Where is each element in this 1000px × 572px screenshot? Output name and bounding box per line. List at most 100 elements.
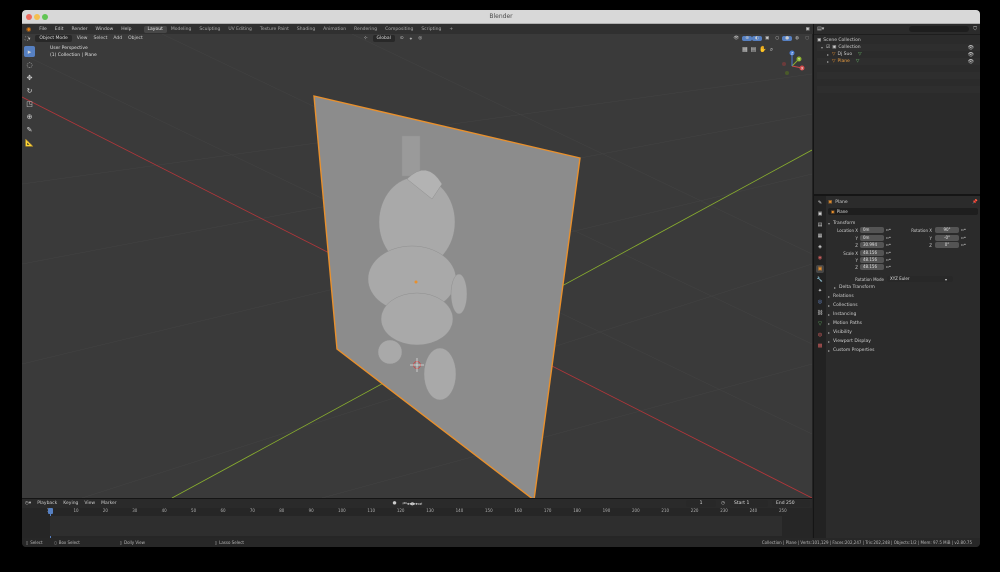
workspace-tab-layout[interactable]: Layout: [143, 25, 167, 33]
menu-window[interactable]: Window: [92, 27, 118, 32]
move-tool-icon[interactable]: ✥: [24, 72, 35, 83]
data-tab-icon[interactable]: ▽: [816, 320, 824, 328]
eye-icon[interactable]: 👁: [968, 45, 974, 51]
filter-icon[interactable]: ⛉: [973, 26, 977, 32]
output-tab-icon[interactable]: ▤: [816, 221, 824, 229]
perspective-toggle-icon[interactable]: ▤: [751, 46, 757, 54]
lock-icon[interactable]: ▫•: [886, 264, 891, 269]
editor-type-icon[interactable]: ⛶▾: [22, 36, 33, 42]
workspace-tab-sculpting[interactable]: Sculpting: [195, 26, 224, 33]
scale-z-field[interactable]: 48.156: [860, 264, 884, 270]
location-z-field[interactable]: 30.994: [860, 242, 884, 248]
preview-range-icon[interactable]: ◷: [718, 501, 728, 506]
workspace-tab-modeling[interactable]: Modeling: [167, 26, 195, 33]
rotation-z-field[interactable]: 0°: [935, 242, 959, 248]
lock-icon[interactable]: ▫•: [886, 257, 891, 262]
expand-icon[interactable]: ▸: [827, 59, 829, 64]
lock-icon[interactable]: ▫•: [961, 242, 966, 247]
pivot-icon[interactable]: ⊙: [397, 36, 407, 41]
expand-icon[interactable]: ▾: [821, 45, 823, 50]
render-tab-icon[interactable]: ▣: [816, 210, 824, 218]
workspace-tab-rendering[interactable]: Rendering: [350, 26, 381, 33]
menu-view[interactable]: View: [74, 36, 91, 41]
start-frame-field[interactable]: Start 1: [730, 500, 768, 507]
location-x-field[interactable]: 0m: [860, 227, 884, 233]
workspace-tab-scripting[interactable]: Scripting: [417, 26, 445, 33]
gizmo-toggle-icon[interactable]: ⊕: [742, 36, 753, 41]
select-tool-icon[interactable]: ▸: [24, 46, 35, 57]
overlays-icon[interactable]: ◐: [752, 36, 762, 41]
checkbox-icon[interactable]: ☑: [826, 45, 830, 50]
motion-paths-section[interactable]: ▸ Motion Paths: [828, 319, 978, 328]
texture-tab-icon[interactable]: ▩: [816, 342, 824, 350]
scale-x-field[interactable]: 48.156: [860, 250, 884, 256]
3d-viewport[interactable]: X Y Z ⛶▾ Object Mode View Select Add Obj…: [22, 34, 812, 498]
lock-icon[interactable]: ▫•: [886, 235, 891, 240]
outliner-search-input[interactable]: [909, 26, 970, 32]
transform-tool-icon[interactable]: ⊕: [24, 111, 35, 122]
eye-icon[interactable]: 👁: [968, 59, 974, 65]
timeline-ruler[interactable]: 1102030405060708090100110120130140150160…: [22, 508, 812, 538]
menu-timeline-view[interactable]: View: [81, 501, 98, 506]
blender-logo-icon[interactable]: ◉: [22, 26, 35, 33]
viewport-display-section[interactable]: ▸ Viewport Display: [828, 337, 978, 346]
navigation-gizmo[interactable]: X Y Z: [782, 50, 805, 76]
measure-tool-icon[interactable]: 📐: [24, 137, 35, 148]
menu-playback[interactable]: Playback: [34, 501, 60, 506]
outliner-editor-icon[interactable]: ▤▾: [817, 26, 824, 32]
playback-controls[interactable]: ⏮◂◀▶▸⏭: [400, 501, 426, 507]
visibility-section[interactable]: ▸ Visibility: [828, 328, 978, 337]
record-icon[interactable]: ●: [390, 501, 400, 506]
rotation-x-field[interactable]: 90°: [935, 227, 959, 233]
view-layer-tab-icon[interactable]: ▦: [816, 232, 824, 240]
menu-render[interactable]: Render: [68, 27, 92, 32]
rotate-tool-icon[interactable]: ↻: [24, 85, 35, 96]
workspace-tab-uv-editing[interactable]: UV Editing: [224, 26, 255, 33]
instancing-section[interactable]: ▸ Instancing: [828, 310, 978, 319]
transform-section-header[interactable]: ▾ Transform: [828, 219, 978, 227]
scene-tab-icon[interactable]: ◈: [816, 243, 824, 251]
constraints-tab-icon[interactable]: ⛓: [816, 309, 824, 317]
menu-marker[interactable]: Marker: [98, 501, 120, 506]
lock-icon[interactable]: ▫•: [886, 242, 891, 247]
workspace-tab-texture-paint[interactable]: Texture Paint: [256, 26, 293, 33]
object-tab-icon[interactable]: ▣: [816, 265, 824, 273]
menu-file[interactable]: File: [35, 27, 51, 32]
location-y-field[interactable]: 0m: [860, 235, 884, 241]
menu-select[interactable]: Select: [90, 36, 110, 41]
world-tab-icon[interactable]: ◉: [816, 254, 824, 262]
cursor-tool-icon[interactable]: ◌: [24, 59, 35, 70]
end-frame-field[interactable]: End 250: [772, 500, 810, 507]
workspace-tab-compositing[interactable]: Compositing: [381, 26, 417, 33]
outliner-scene-collection[interactable]: ▣ Scene Collection: [817, 37, 980, 44]
transform-orientation-selector[interactable]: Global: [372, 35, 395, 42]
tool-tab-icon[interactable]: ✎: [816, 199, 824, 207]
menu-help[interactable]: Help: [117, 27, 135, 32]
zoom-icon[interactable]: ⌕: [770, 46, 773, 54]
wireframe-shading-icon[interactable]: ○: [772, 36, 782, 41]
lock-icon[interactable]: ▫•: [961, 235, 966, 240]
expand-icon[interactable]: ▸: [827, 52, 829, 57]
current-frame-field[interactable]: 1: [686, 500, 717, 507]
particles-tab-icon[interactable]: ✦: [816, 287, 824, 295]
material-tab-icon[interactable]: ◍: [816, 331, 824, 339]
outliner-collection[interactable]: ▾ ☑ ▣ Collection 👁: [817, 44, 980, 51]
annotate-tool-icon[interactable]: ✎: [24, 124, 35, 135]
pin-icon[interactable]: 📌: [972, 200, 978, 205]
mode-selector[interactable]: Object Mode: [35, 35, 72, 42]
menu-object[interactable]: Object: [125, 36, 146, 41]
rotation-mode-dropdown[interactable]: XYZ Euler: [887, 276, 953, 282]
modifier-tab-icon[interactable]: 🔧: [816, 276, 824, 284]
rendered-shading-icon[interactable]: ◌: [802, 36, 812, 41]
object-name-field[interactable]: ▣ Plane: [828, 208, 978, 215]
collections-section[interactable]: ▸ Collections: [828, 301, 978, 310]
timeline-editor-icon[interactable]: ◷▾: [22, 501, 34, 506]
snap-icon[interactable]: ⌖: [407, 36, 416, 42]
lock-icon[interactable]: ▫•: [886, 250, 891, 255]
menu-add[interactable]: Add: [110, 36, 125, 41]
outliner-item-plane[interactable]: ▸ ▽ Plane ▽ 👁: [817, 58, 980, 65]
outliner-item-dj-suo[interactable]: ▸ ▽ Dj Suo ▽ 👁: [817, 51, 980, 58]
visibility-icon[interactable]: 👁: [731, 36, 743, 41]
lock-icon[interactable]: ▫•: [886, 227, 891, 232]
add-workspace-button[interactable]: +: [445, 26, 457, 33]
